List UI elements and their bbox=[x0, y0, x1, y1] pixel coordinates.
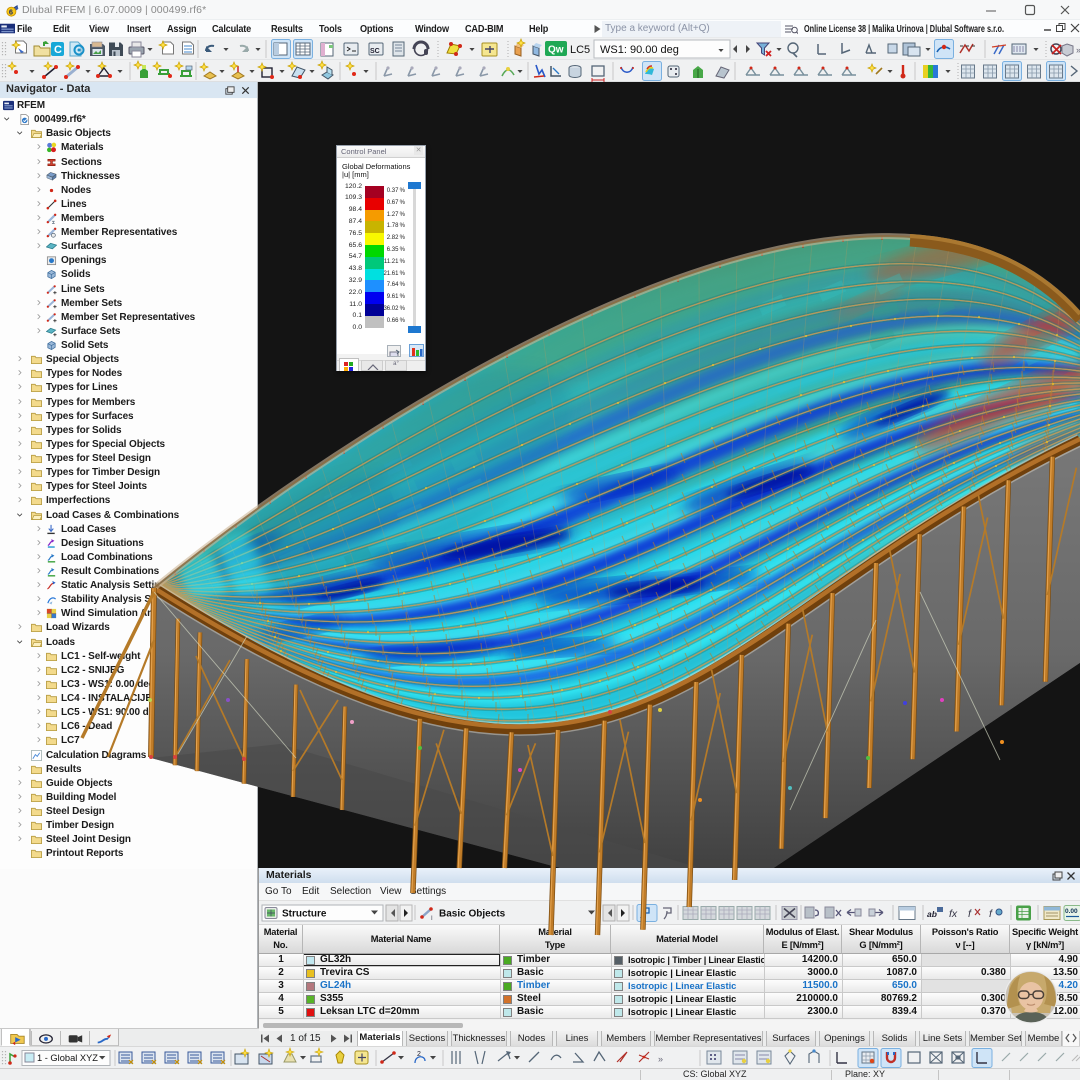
svg-text:6: 6 bbox=[9, 8, 13, 17]
svg-text:0.00: 0.00 bbox=[1065, 908, 1078, 915]
svg-text:f: f bbox=[968, 908, 972, 920]
svg-text:LC5: LC5 bbox=[570, 44, 590, 56]
svg-text:2: 2 bbox=[417, 1051, 421, 1058]
svg-text:f: f bbox=[989, 908, 993, 920]
svg-text:fx: fx bbox=[949, 908, 958, 920]
svg-text:»: » bbox=[658, 1054, 663, 1064]
svg-text:I: I bbox=[431, 916, 433, 922]
svg-text:ab: ab bbox=[927, 909, 937, 919]
svg-text:Qw: Qw bbox=[548, 45, 564, 56]
svg-text:C: C bbox=[54, 44, 62, 56]
svg-text:SC: SC bbox=[370, 48, 380, 55]
svg-text:Basic Objects: Basic Objects bbox=[439, 909, 506, 920]
svg-text:Structure: Structure bbox=[282, 909, 327, 920]
svg-text:»: » bbox=[1076, 45, 1080, 55]
svg-text:WS1: 90.00 deg: WS1: 90.00 deg bbox=[600, 44, 679, 56]
svg-text:1 - Global XYZ: 1 - Global XYZ bbox=[37, 1053, 98, 1063]
